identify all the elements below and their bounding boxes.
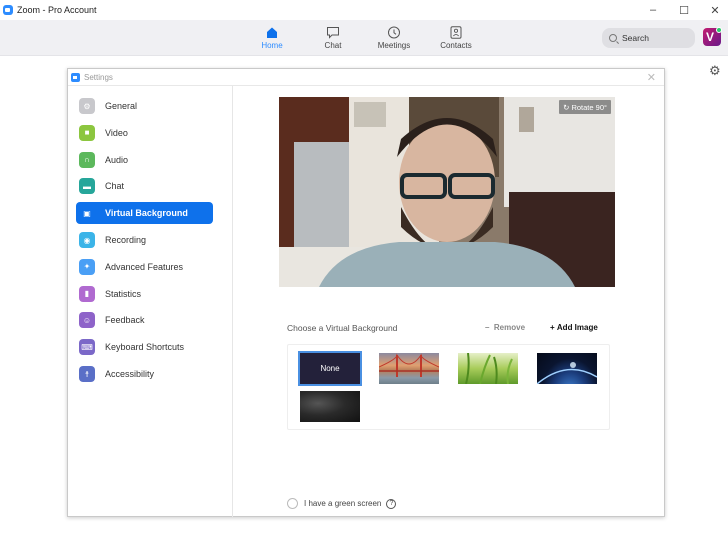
- remove-background-button[interactable]: – Remove: [485, 323, 525, 332]
- earth-image: [536, 362, 598, 385]
- feedback-icon: ☺: [79, 312, 95, 329]
- rotate-icon: ↻: [563, 102, 570, 112]
- home-icon: [267, 27, 277, 38]
- recording-icon: ◉: [79, 232, 95, 248]
- sidebar-item-label: Feedback: [105, 315, 145, 326]
- sidebar-item-label: Accessibility: [105, 369, 155, 379]
- general-icon: ⚙: [79, 98, 95, 114]
- green-screen-option[interactable]: I have a green screen ?: [287, 498, 397, 509]
- rotate-label: Rotate 90°: [571, 102, 607, 112]
- audio-icon: ∩: [79, 151, 95, 168]
- search-input[interactable]: Search: [602, 28, 695, 48]
- background-golden-gate[interactable]: [378, 353, 440, 384]
- nav-chat[interactable]: Chat: [303, 26, 363, 50]
- settings-app-icon: [71, 72, 80, 82]
- sidebar-item-label: Virtual Background: [105, 208, 188, 219]
- sidebar-item-advanced-features[interactable]: ✦ Advanced Features: [76, 256, 213, 278]
- virtual-background-icon: ▣: [83, 208, 91, 218]
- sidebar-item-audio[interactable]: ∩ Audio: [76, 149, 213, 171]
- background-none-label: None: [320, 364, 340, 373]
- background-options-grid: None: [287, 344, 610, 430]
- maximize-button[interactable]: ☐: [669, 0, 699, 20]
- sidebar-item-video[interactable]: ■ Video: [76, 122, 213, 144]
- nav-home[interactable]: Home: [242, 26, 302, 50]
- settings-header: Settings ✕: [68, 69, 664, 86]
- minimize-button[interactable]: –: [638, 0, 668, 20]
- settings-sidebar: ⚙ General ■ Video ∩ Audio ▬ Chat ▣ Virtual Backgr…: [68, 86, 233, 517]
- golden-gate-image: [378, 353, 440, 377]
- chat-icon: [327, 27, 339, 39]
- search-icon: [609, 34, 617, 42]
- close-window-button[interactable]: ✕: [700, 0, 728, 20]
- video-icon: ■: [79, 124, 95, 141]
- sidebar-item-label: Keyboard Shortcuts: [105, 342, 185, 353]
- gear-icon[interactable]: ⚙: [709, 63, 721, 79]
- avatar-letter: V: [706, 30, 715, 44]
- keyboard-shortcuts-icon: ⌨: [79, 339, 95, 356]
- sidebar-item-feedback[interactable]: ☺ Feedback: [76, 309, 213, 331]
- nav-contacts-label: Contacts: [440, 41, 472, 50]
- chat-icon: ▬: [79, 178, 95, 195]
- nav-contacts[interactable]: Contacts: [426, 26, 486, 50]
- background-none[interactable]: None: [298, 351, 362, 386]
- rotate-90-button[interactable]: ↻ Rotate 90°: [559, 100, 611, 114]
- sidebar-item-recording[interactable]: ◉ Recording: [76, 229, 213, 251]
- green-screen-label: I have a green screen: [304, 499, 382, 508]
- sidebar-item-label: Video: [105, 127, 128, 138]
- statistics-icon: ▮: [79, 285, 95, 302]
- settings-window: Settings ✕ ⚙ General ■ Video ∩ Audio ▬ Chat ▣ Vir…: [67, 68, 665, 517]
- remove-label: Remove: [493, 323, 526, 332]
- title-bar: Zoom - Pro Account – ☐ ✕: [0, 0, 728, 20]
- nav-meetings-label: Meetings: [377, 41, 411, 50]
- grass-image: [465, 352, 513, 385]
- advanced-features-icon: ✦: [79, 258, 95, 275]
- add-image-button[interactable]: + Add Image: [550, 323, 598, 332]
- sidebar-item-keyboard-shortcuts[interactable]: ⌨ Keyboard Shortcuts: [76, 336, 213, 358]
- sidebar-item-statistics[interactable]: ▮ Statistics: [76, 283, 213, 305]
- main-navbar: Home Chat Meetings Contacts Search V: [0, 20, 728, 56]
- clock-icon: [388, 26, 400, 39]
- background-grass[interactable]: [458, 352, 518, 385]
- nav-chat-label: Chat: [324, 41, 342, 50]
- nav-home-label: Home: [261, 41, 283, 50]
- sidebar-item-label: Recording: [105, 235, 147, 245]
- accessibility-icon: ☨: [79, 366, 95, 382]
- settings-title: Settings: [84, 72, 113, 82]
- online-status-dot: [716, 27, 722, 33]
- zoom-app-icon: [3, 5, 13, 15]
- settings-close-icon[interactable]: ✕: [647, 71, 656, 84]
- sidebar-item-label: Statistics: [105, 288, 142, 299]
- background-earth[interactable]: [536, 353, 598, 385]
- nav-meetings[interactable]: Meetings: [364, 26, 424, 50]
- plus-icon: +: [550, 323, 557, 332]
- contacts-icon: [450, 26, 462, 39]
- green-screen-checkbox[interactable]: [287, 498, 298, 509]
- help-icon[interactable]: ?: [386, 498, 397, 509]
- minus-icon: –: [485, 323, 494, 332]
- window-title: Zoom - Pro Account: [17, 5, 97, 15]
- sidebar-item-label: Chat: [105, 181, 125, 192]
- sidebar-item-label: Advanced Features: [105, 261, 184, 272]
- camera-preview-image: [279, 97, 615, 287]
- camera-preview: ↻ Rotate 90°: [279, 97, 615, 287]
- choose-background-label: Choose a Virtual Background: [287, 323, 398, 333]
- background-dark-texture[interactable]: [300, 391, 360, 422]
- sidebar-item-chat[interactable]: ▬ Chat: [76, 175, 213, 197]
- sidebar-item-label: Audio: [105, 154, 129, 165]
- sidebar-item-label: General: [105, 101, 138, 111]
- add-image-label: Add Image: [556, 323, 598, 332]
- sidebar-item-accessibility[interactable]: ☨ Accessibility: [76, 363, 213, 385]
- sidebar-item-virtual-background[interactable]: ▣ Virtual Background: [76, 202, 213, 225]
- sidebar-item-general[interactable]: ⚙ General: [76, 95, 213, 117]
- virtual-background-panel: ↻ Rotate 90° Choose a Virtual Background…: [234, 86, 665, 517]
- search-placeholder: Search: [622, 33, 649, 43]
